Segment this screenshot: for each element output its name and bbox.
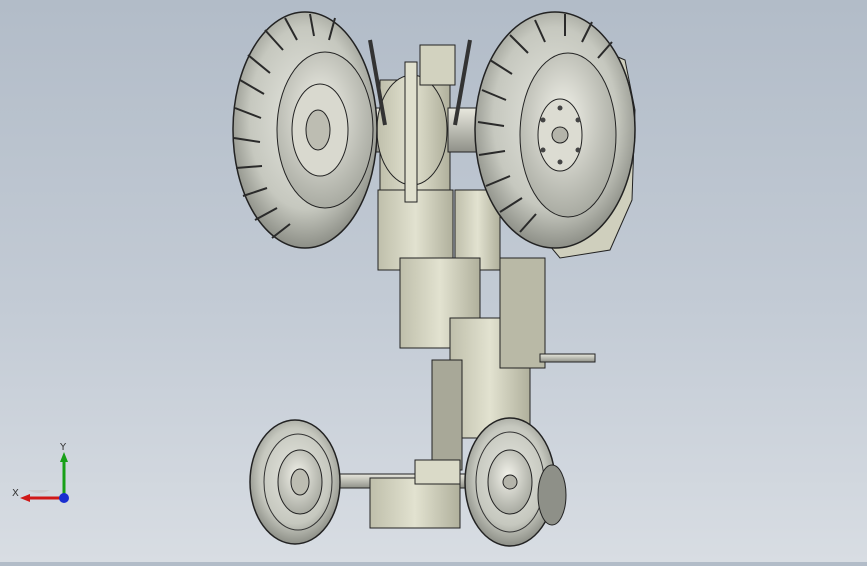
hitch-top bbox=[404, 61, 418, 203]
x-axis-arrow-icon bbox=[20, 494, 30, 502]
front-axle-housing bbox=[369, 477, 461, 529]
engine-side bbox=[499, 257, 546, 369]
tractor-model[interactable] bbox=[0, 0, 867, 562]
front-left-tire bbox=[249, 419, 341, 545]
steering-box bbox=[414, 459, 461, 485]
pto-shaft bbox=[539, 353, 596, 363]
frame-rail bbox=[431, 359, 463, 471]
coordinate-triad: Y X bbox=[10, 440, 80, 510]
y-axis-arrow-icon bbox=[60, 452, 68, 462]
hitch-bracket bbox=[419, 44, 456, 86]
x-axis-label: X bbox=[12, 488, 19, 499]
z-axis-icon bbox=[59, 493, 69, 503]
3d-viewport[interactable] bbox=[0, 0, 867, 562]
front-right-tire-back bbox=[537, 464, 567, 526]
rear-left-tire bbox=[232, 11, 378, 249]
rear-right-tire bbox=[474, 11, 636, 249]
y-axis-label: Y bbox=[59, 442, 67, 453]
